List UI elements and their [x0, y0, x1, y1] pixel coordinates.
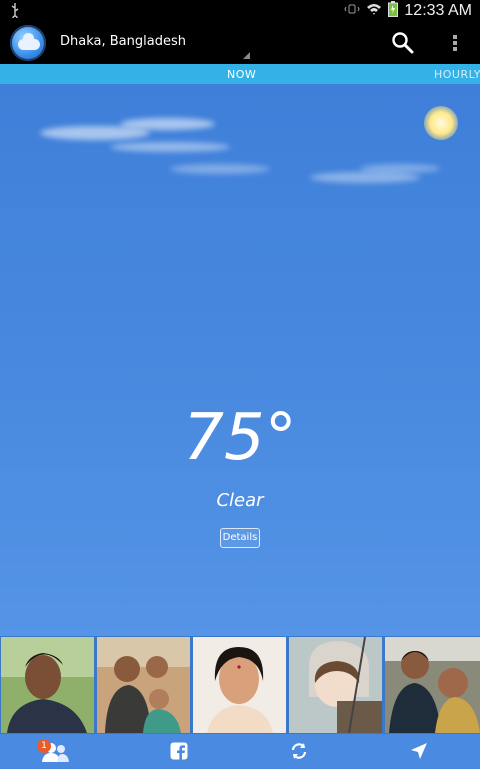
- cloud-wisp: [120, 118, 215, 130]
- search-icon[interactable]: [390, 30, 416, 56]
- friend-photo[interactable]: [193, 637, 286, 733]
- tab-now[interactable]: NOW: [227, 68, 256, 81]
- friend-photo[interactable]: [97, 637, 190, 733]
- weather-app-icon[interactable]: [10, 25, 46, 61]
- weather-sky-area: [0, 84, 480, 636]
- overflow-menu-icon[interactable]: [446, 30, 464, 56]
- app-bar: Dhaka, Bangladesh: [0, 22, 480, 64]
- usb-icon: [10, 2, 20, 22]
- status-bar: 12:33 AM: [0, 0, 480, 22]
- clock: 12:33 AM: [404, 2, 472, 19]
- bottom-action-bar: [0, 734, 480, 769]
- cloud-wisp: [310, 172, 420, 183]
- sun-icon: [424, 106, 458, 140]
- cloud-wisp: [360, 164, 440, 173]
- vibrate-icon: [344, 2, 360, 20]
- refresh-icon[interactable]: [289, 741, 309, 761]
- battery-icon: [388, 1, 399, 21]
- details-button[interactable]: Details: [220, 528, 260, 548]
- cloud-wisp: [110, 142, 230, 152]
- location-selector[interactable]: Dhaka, Bangladesh: [60, 34, 186, 49]
- facebook-icon[interactable]: [170, 742, 188, 760]
- tab-hourly[interactable]: HOURLY: [434, 68, 480, 81]
- location-arrow-icon[interactable]: [410, 742, 428, 760]
- friend-photo[interactable]: [385, 637, 480, 733]
- friend-photo[interactable]: [289, 637, 382, 733]
- current-temperature: 75°: [183, 401, 297, 475]
- wifi-icon: [366, 2, 382, 20]
- weather-condition: Clear: [216, 490, 264, 511]
- friends-notification-badge: 1: [37, 739, 51, 753]
- tab-bar: NOW HOURLY: [0, 64, 480, 84]
- cloud-wisp: [170, 164, 270, 174]
- friend-photo[interactable]: [1, 637, 94, 733]
- location-dropdown-caret-icon[interactable]: [243, 52, 250, 59]
- friends-photo-strip: [0, 636, 480, 734]
